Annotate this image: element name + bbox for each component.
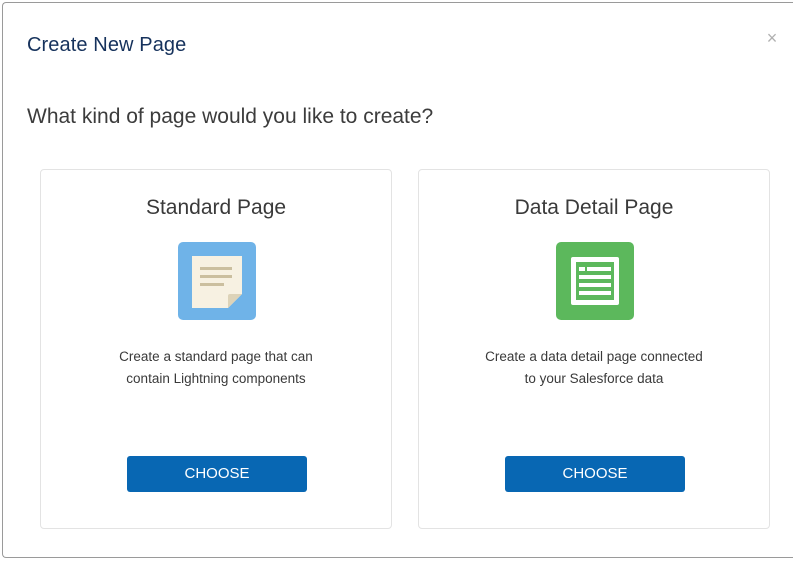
- data-detail-page-card: Data Detail Page Create a data detail pa…: [418, 169, 770, 529]
- close-icon[interactable]: ×: [761, 27, 783, 49]
- card-title: Standard Page: [145, 196, 287, 219]
- card-title: Data Detail Page: [514, 196, 674, 219]
- standard-page-icon: [178, 242, 256, 320]
- create-new-page-dialog: Create New Page × What kind of page woul…: [2, 2, 793, 558]
- card-description: Create a data detail page connected to y…: [485, 349, 703, 386]
- page-kind-question: What kind of page would you like to crea…: [27, 105, 434, 128]
- dialog-title: Create New Page: [27, 34, 187, 56]
- standard-page-card: Standard Page Create a standard page tha…: [40, 169, 392, 529]
- card-description: Create a standard page that can contain …: [119, 349, 313, 386]
- choose-standard-page-button[interactable]: CHOOSE: [127, 456, 307, 492]
- choose-data-detail-page-button[interactable]: CHOOSE: [505, 456, 685, 492]
- data-detail-page-icon: [556, 242, 634, 320]
